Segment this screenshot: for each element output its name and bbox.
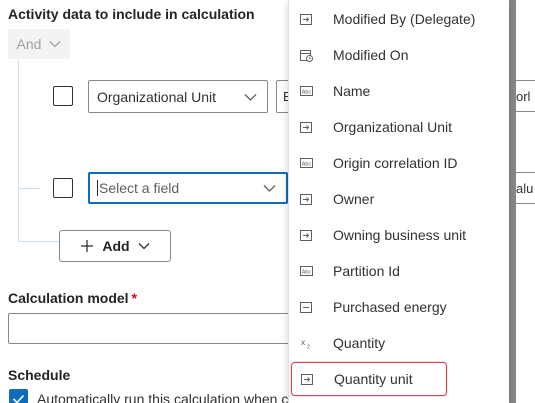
dropdown-option[interactable]: Abc Name bbox=[289, 73, 509, 109]
option-set-icon bbox=[299, 301, 313, 313]
datetime-icon bbox=[299, 49, 313, 62]
dropdown-option[interactable]: x2 Quantity bbox=[289, 325, 509, 361]
option-label: Owning business unit bbox=[333, 227, 467, 243]
option-label: Origin correlation ID bbox=[333, 155, 458, 171]
tree-branch bbox=[18, 241, 59, 242]
svg-text:Abc: Abc bbox=[301, 269, 311, 275]
dropdown-option[interactable]: Modified On bbox=[289, 37, 509, 73]
schedule-label: Schedule bbox=[8, 367, 71, 383]
row-checkbox[interactable] bbox=[53, 178, 73, 198]
activity-criteria-form: Activity data to include in calculation … bbox=[0, 0, 535, 403]
scrollbar[interactable] bbox=[509, 0, 516, 403]
dropdown-option[interactable]: Modified By (Delegate) bbox=[289, 1, 509, 37]
svg-text:x: x bbox=[301, 337, 306, 347]
option-label: Modified On bbox=[333, 47, 409, 63]
svg-text:Abc: Abc bbox=[301, 161, 311, 167]
chevron-down-icon bbox=[138, 243, 150, 250]
plus-icon bbox=[81, 240, 94, 252]
dropdown-option[interactable]: Organizational Unit bbox=[289, 109, 509, 145]
and-operator-label: And bbox=[16, 36, 42, 52]
text-icon: Abc bbox=[299, 85, 313, 97]
chevron-down-icon[interactable] bbox=[263, 184, 276, 192]
value-fragment: alu bbox=[516, 181, 534, 196]
dropdown-option[interactable]: Owning business unit bbox=[289, 217, 509, 253]
number-icon: x2 bbox=[299, 337, 313, 349]
dropdown-option[interactable]: Abc Partition Id bbox=[289, 253, 509, 289]
field-dropdown-list: Modified By (Delegate) Modified On Abc N… bbox=[288, 0, 509, 403]
add-condition-button[interactable]: Add bbox=[59, 230, 171, 262]
dropdown-option[interactable]: Abc Origin correlation ID bbox=[289, 145, 509, 181]
field-select-placeholder: Select a field bbox=[99, 180, 180, 196]
option-label: Owner bbox=[333, 191, 375, 207]
value-fragment: orl bbox=[516, 89, 531, 104]
tree-connector bbox=[18, 60, 19, 241]
calculation-model-label: Calculation model * bbox=[8, 290, 137, 306]
tree-branch bbox=[18, 188, 40, 189]
lookup-icon bbox=[300, 373, 314, 385]
calculation-model-input[interactable] bbox=[8, 313, 298, 344]
option-label: Quantity bbox=[333, 335, 386, 351]
text-icon: Abc bbox=[299, 265, 313, 277]
and-operator-dropdown[interactable]: And bbox=[8, 29, 70, 59]
calculation-model-label-text: Calculation model bbox=[8, 290, 129, 306]
dropdown-option[interactable]: Owner bbox=[289, 181, 509, 217]
option-label: Quantity unit bbox=[334, 371, 413, 387]
option-label: Purchased energy bbox=[333, 299, 447, 315]
option-label: Name bbox=[333, 83, 371, 99]
text-icon: Abc bbox=[299, 157, 313, 169]
dropdown-option-highlighted[interactable]: Quantity unit bbox=[291, 362, 447, 396]
chevron-down-icon bbox=[244, 93, 257, 101]
text-cursor bbox=[97, 180, 98, 196]
lookup-icon bbox=[299, 13, 313, 25]
svg-text:Abc: Abc bbox=[301, 89, 311, 95]
dropdown-option[interactable]: Purchased energy bbox=[289, 289, 509, 325]
option-label: Organizational Unit bbox=[333, 119, 453, 135]
option-label: Partition Id bbox=[333, 263, 400, 279]
lookup-icon bbox=[299, 193, 313, 205]
lookup-icon bbox=[299, 229, 313, 241]
auto-run-label: Automatically run this calculation when … bbox=[37, 391, 288, 403]
field-select[interactable]: Organizational Unit bbox=[88, 80, 268, 113]
criteria-section-title: Activity data to include in calculation bbox=[8, 6, 255, 22]
field-select-value: Organizational Unit bbox=[97, 88, 217, 105]
chevron-down-icon bbox=[49, 41, 61, 48]
field-select-input[interactable]: Select a field bbox=[88, 172, 288, 204]
add-button-label: Add bbox=[102, 238, 130, 254]
row-checkbox[interactable] bbox=[53, 86, 73, 106]
checkmark-icon bbox=[12, 394, 25, 403]
svg-text:2: 2 bbox=[307, 345, 310, 350]
auto-run-checkbox[interactable] bbox=[9, 389, 28, 403]
option-label: Modified By (Delegate) bbox=[333, 11, 476, 27]
required-marker: * bbox=[131, 290, 138, 306]
lookup-icon bbox=[299, 121, 313, 133]
